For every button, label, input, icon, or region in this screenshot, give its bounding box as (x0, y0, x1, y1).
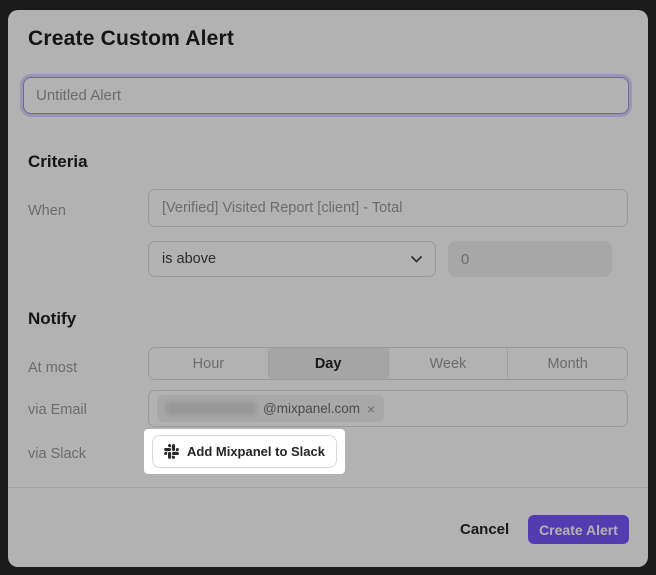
add-to-slack-label: Add Mixpanel to Slack (187, 444, 325, 459)
cancel-button[interactable]: Cancel (454, 515, 514, 543)
condition-select-value: is above (162, 251, 216, 267)
event-field-value: [Verified] Visited Report [client] - Tot… (162, 200, 402, 216)
frequency-option-day[interactable]: Day (268, 348, 388, 379)
email-domain: @mixpanel.com (263, 401, 360, 416)
at-most-label: At most (28, 360, 77, 376)
create-alert-button[interactable]: Create Alert (528, 515, 629, 544)
alert-name-input[interactable] (23, 77, 629, 114)
frequency-option-hour[interactable]: Hour (149, 348, 268, 379)
add-to-slack-button[interactable]: Add Mixpanel to Slack (152, 435, 337, 468)
event-field[interactable]: [Verified] Visited Report [client] - Tot… (148, 189, 628, 227)
slack-icon (164, 444, 179, 459)
dialog-title: Create Custom Alert (28, 27, 234, 51)
footer-divider (8, 487, 648, 488)
condition-select[interactable]: is above (148, 241, 436, 277)
via-slack-label: via Slack (28, 446, 86, 462)
chevron-down-icon (411, 251, 422, 267)
slack-onboarding-spotlight: Add Mixpanel to Slack (144, 429, 345, 474)
frequency-option-week[interactable]: Week (388, 348, 508, 379)
close-icon[interactable]: × (367, 402, 375, 416)
email-username-redacted (166, 402, 256, 415)
criteria-heading: Criteria (28, 152, 88, 172)
via-email-label: via Email (28, 402, 87, 418)
create-alert-dialog: Create Custom Alert Criteria When [Verif… (8, 10, 648, 567)
frequency-option-month[interactable]: Month (507, 348, 627, 379)
email-chip: @mixpanel.com × (157, 395, 384, 422)
threshold-input[interactable] (448, 241, 612, 277)
email-recipients-field[interactable]: @mixpanel.com × (148, 390, 628, 427)
frequency-segmented-control: Hour Day Week Month (148, 347, 628, 380)
notify-heading: Notify (28, 309, 76, 329)
when-label: When (28, 203, 66, 219)
